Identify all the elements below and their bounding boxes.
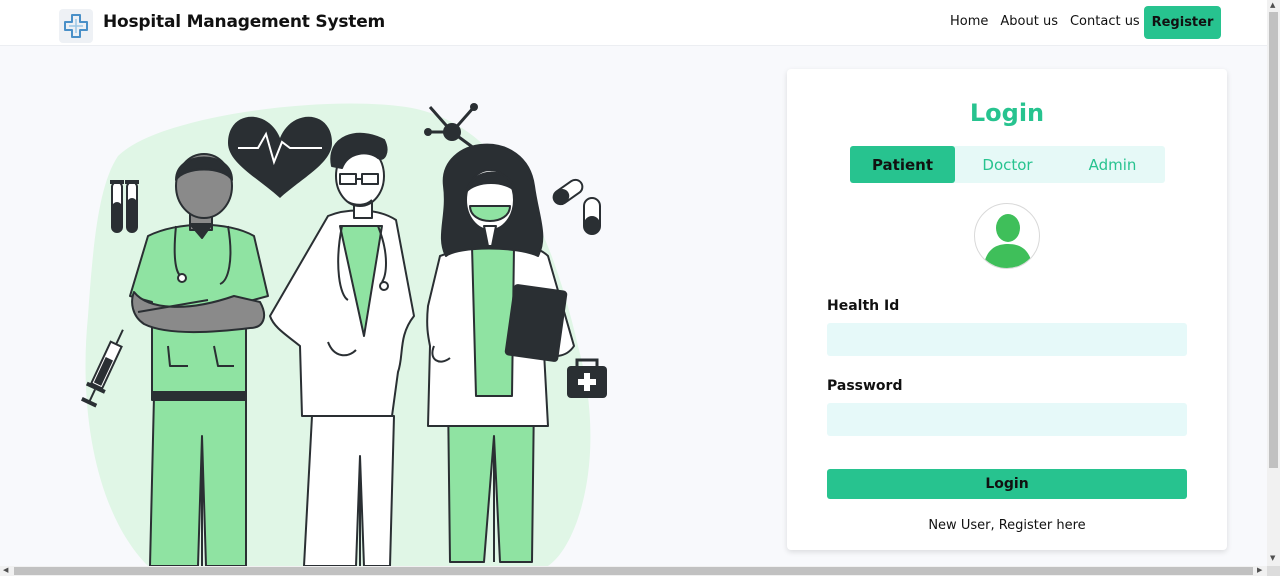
health-id-input[interactable] <box>827 323 1187 356</box>
nav-link-contact[interactable]: Contact us <box>1070 14 1140 29</box>
password-label: Password <box>827 378 903 394</box>
scroll-down-icon[interactable]: ▼ <box>1270 555 1275 562</box>
tab-patient[interactable]: Patient <box>850 146 955 183</box>
vertical-scrollbar[interactable]: ▲ ▼ <box>1267 0 1280 566</box>
nav-link-home[interactable]: Home <box>950 14 988 29</box>
scroll-right-icon[interactable]: ▶ <box>1257 567 1262 574</box>
medical-cross-icon[interactable] <box>59 9 93 43</box>
health-id-label: Health Id <box>827 298 900 314</box>
role-tabs: Patient Doctor Admin <box>850 146 1165 183</box>
register-link[interactable]: New User, Register here <box>787 518 1227 533</box>
nav-link-about[interactable]: About us <box>1000 14 1058 29</box>
login-button[interactable]: Login <box>827 469 1187 499</box>
scroll-up-icon[interactable]: ▲ <box>1270 2 1275 9</box>
user-silhouette-icon <box>974 203 1040 269</box>
nav-links: Home About us Contact us <box>950 14 1140 29</box>
vertical-scroll-thumb[interactable] <box>1269 12 1278 468</box>
horizontal-scroll-thumb[interactable] <box>14 567 1253 575</box>
navbar: Hospital Management System Home About us… <box>0 0 1267 46</box>
register-button[interactable]: Register <box>1144 6 1221 39</box>
login-title: Login <box>969 99 1045 127</box>
scrollbar-corner <box>1267 566 1280 576</box>
login-card: Login Patient Doctor Admin Health Id Pas… <box>787 69 1227 550</box>
tab-admin[interactable]: Admin <box>1060 146 1165 183</box>
tab-doctor[interactable]: Doctor <box>955 146 1060 183</box>
scroll-left-icon[interactable]: ◀ <box>3 567 8 574</box>
password-input[interactable] <box>827 403 1187 436</box>
brand-title[interactable]: Hospital Management System <box>103 12 385 32</box>
medical-staff-illustration <box>80 103 607 566</box>
horizontal-scrollbar[interactable]: ◀ ▶ <box>0 566 1267 576</box>
